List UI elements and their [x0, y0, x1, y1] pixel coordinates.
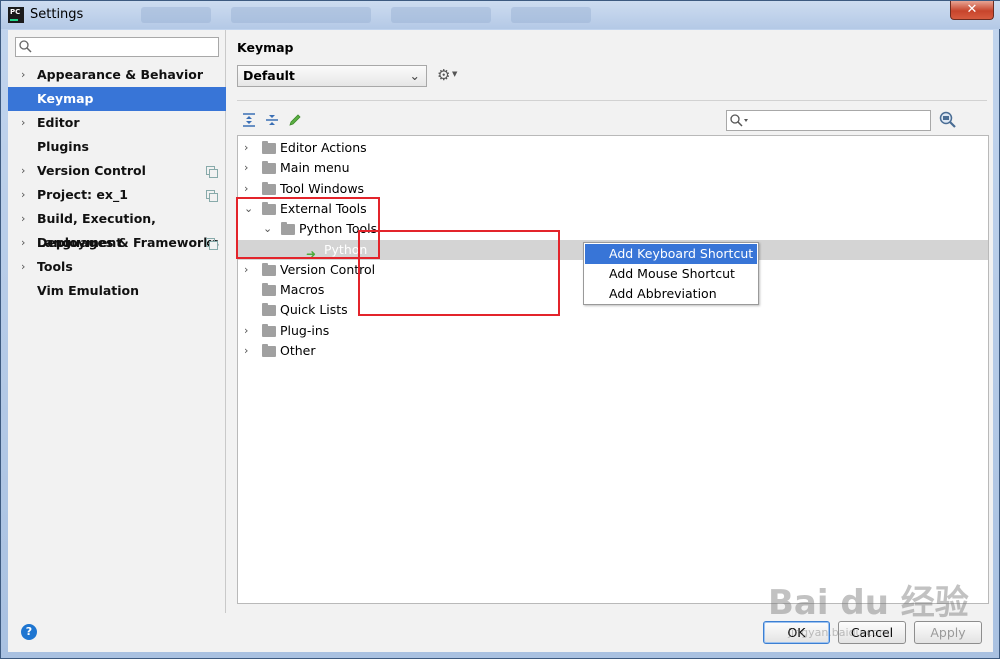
- sidebar-item[interactable]: › Build, Execution, Deployment: [8, 207, 226, 250]
- window-title: Settings: [30, 7, 84, 22]
- settings-window: PC Settings ✕ › Appearance & Behavior Keym…: [0, 0, 1000, 659]
- chevron-right-icon[interactable]: ›: [21, 111, 25, 135]
- page-title: Keymap: [237, 40, 294, 55]
- tree-row-label: Plug-ins: [280, 322, 330, 338]
- tree-row[interactable]: › Plug-ins: [238, 321, 988, 341]
- keymap-scheme-select[interactable]: Default ⌄: [237, 65, 427, 87]
- sidebar-item-label: Version Control: [37, 163, 146, 178]
- sidebar-item-label: Keymap: [37, 91, 94, 106]
- find-by-shortcut-icon[interactable]: [938, 110, 958, 130]
- search-icon: [19, 40, 32, 53]
- chevron-right-icon[interactable]: ›: [244, 260, 248, 280]
- project-level-icon: [206, 166, 218, 178]
- search-icon: [730, 114, 748, 127]
- context-menu-item[interactable]: Add Mouse Shortcut: [585, 264, 757, 284]
- action-filter-input[interactable]: [726, 110, 931, 131]
- background-taskbar-item: [391, 7, 491, 23]
- settings-search-input[interactable]: [15, 37, 219, 57]
- folder-icon: [262, 303, 276, 317]
- chevron-right-icon[interactable]: ›: [21, 255, 25, 279]
- sidebar-item-label: Vim Emulation: [37, 283, 140, 298]
- chevron-right-icon[interactable]: ›: [244, 158, 248, 178]
- chevron-right-icon[interactable]: ›: [244, 341, 248, 361]
- tree-row[interactable]: › Tool Windows: [238, 179, 988, 199]
- watermark-logo: Bai du 经验: [768, 583, 969, 623]
- close-button[interactable]: ✕: [950, 1, 994, 20]
- chevron-right-icon[interactable]: ›: [21, 231, 25, 255]
- chevron-right-icon[interactable]: ›: [244, 138, 248, 158]
- sidebar-item[interactable]: Vim Emulation: [8, 279, 226, 303]
- sidebar-item[interactable]: › Version Control: [8, 159, 226, 183]
- sidebar-item-label: Project: ex_1: [37, 187, 128, 202]
- sidebar-item-label: Plugins: [37, 139, 89, 154]
- help-button[interactable]: ?: [21, 624, 37, 640]
- gear-icon[interactable]: ⚙: [437, 66, 450, 84]
- chevron-right-icon[interactable]: ›: [21, 183, 25, 207]
- keymap-panel: Keymap Default ⌄ ⚙ ▼ › Editor Actions › …: [227, 30, 993, 613]
- tree-row-label: Macros: [280, 282, 325, 298]
- pycharm-app-icon: PC: [8, 7, 24, 23]
- context-menu-item[interactable]: Add Keyboard Shortcut: [585, 244, 757, 264]
- folder-icon: [262, 181, 276, 195]
- tree-row-label: Quick Lists: [280, 302, 348, 318]
- chevron-right-icon[interactable]: ›: [21, 63, 25, 87]
- tree-row[interactable]: › Other: [238, 341, 988, 361]
- folder-icon: [262, 323, 276, 337]
- tree-row-label: Main menu: [280, 160, 350, 176]
- folder-icon: [262, 283, 276, 297]
- folder-icon: [262, 344, 276, 357]
- context-menu-item[interactable]: Add Abbreviation: [585, 284, 757, 304]
- chevron-right-icon[interactable]: ›: [21, 159, 25, 183]
- sidebar-item-label: Languages & Frameworks: [37, 235, 219, 250]
- project-level-icon: [206, 190, 218, 202]
- edit-pencil-icon[interactable]: [287, 112, 303, 128]
- annotation-box-context-menu: [358, 230, 560, 316]
- sidebar-item-label: Editor: [37, 115, 80, 130]
- settings-sidebar: › Appearance & Behavior Keymap › Editor Plugi…: [8, 30, 226, 613]
- sidebar-item[interactable]: › Appearance & Behavior: [8, 63, 226, 87]
- dropdown-triangle-icon: ▼: [452, 70, 458, 78]
- expand-all-icon[interactable]: [241, 112, 257, 128]
- tree-row-label: Other: [280, 343, 316, 358]
- keymap-scheme-value: Default: [243, 68, 295, 83]
- chevron-right-icon[interactable]: ›: [244, 179, 248, 199]
- sidebar-item[interactable]: › Languages & Frameworks: [8, 231, 226, 255]
- dialog-body: › Appearance & Behavior Keymap › Editor Plugi…: [8, 30, 993, 652]
- sidebar-item[interactable]: › Editor: [8, 111, 226, 135]
- apply-button[interactable]: Apply: [914, 621, 982, 644]
- chevron-right-icon[interactable]: ›: [21, 207, 25, 231]
- folder-icon: [262, 262, 276, 276]
- sidebar-item[interactable]: Plugins: [8, 135, 226, 159]
- tree-row-label: Editor Actions: [280, 140, 367, 155]
- collapse-all-icon[interactable]: [264, 112, 280, 128]
- sidebar-item[interactable]: › Tools: [8, 255, 226, 279]
- sidebar-item[interactable]: Keymap: [8, 87, 226, 111]
- background-taskbar-item: [511, 7, 591, 23]
- sidebar-item[interactable]: › Project: ex_1: [8, 183, 226, 207]
- tree-row-label: Tool Windows: [280, 180, 365, 196]
- title-bar: PC Settings ✕: [1, 1, 1000, 29]
- chevron-down-icon: ⌄: [409, 68, 420, 83]
- context-menu: Add Keyboard Shortcut Add Mouse Shortcut A…: [583, 242, 759, 305]
- watermark-url: jingyan.baidu.com: [788, 626, 890, 639]
- folder-icon: [262, 161, 276, 175]
- project-level-icon: [206, 238, 218, 250]
- folder-icon: [262, 141, 276, 154]
- background-taskbar-item: [141, 7, 211, 23]
- sidebar-item-label: Tools: [37, 259, 73, 274]
- chevron-right-icon[interactable]: ›: [244, 321, 248, 341]
- tree-row[interactable]: › Main menu: [238, 158, 988, 178]
- sidebar-item-label: Appearance & Behavior: [37, 67, 203, 82]
- background-taskbar-item: [231, 7, 371, 23]
- divider: [237, 100, 987, 101]
- tree-row[interactable]: › Editor Actions: [238, 138, 988, 158]
